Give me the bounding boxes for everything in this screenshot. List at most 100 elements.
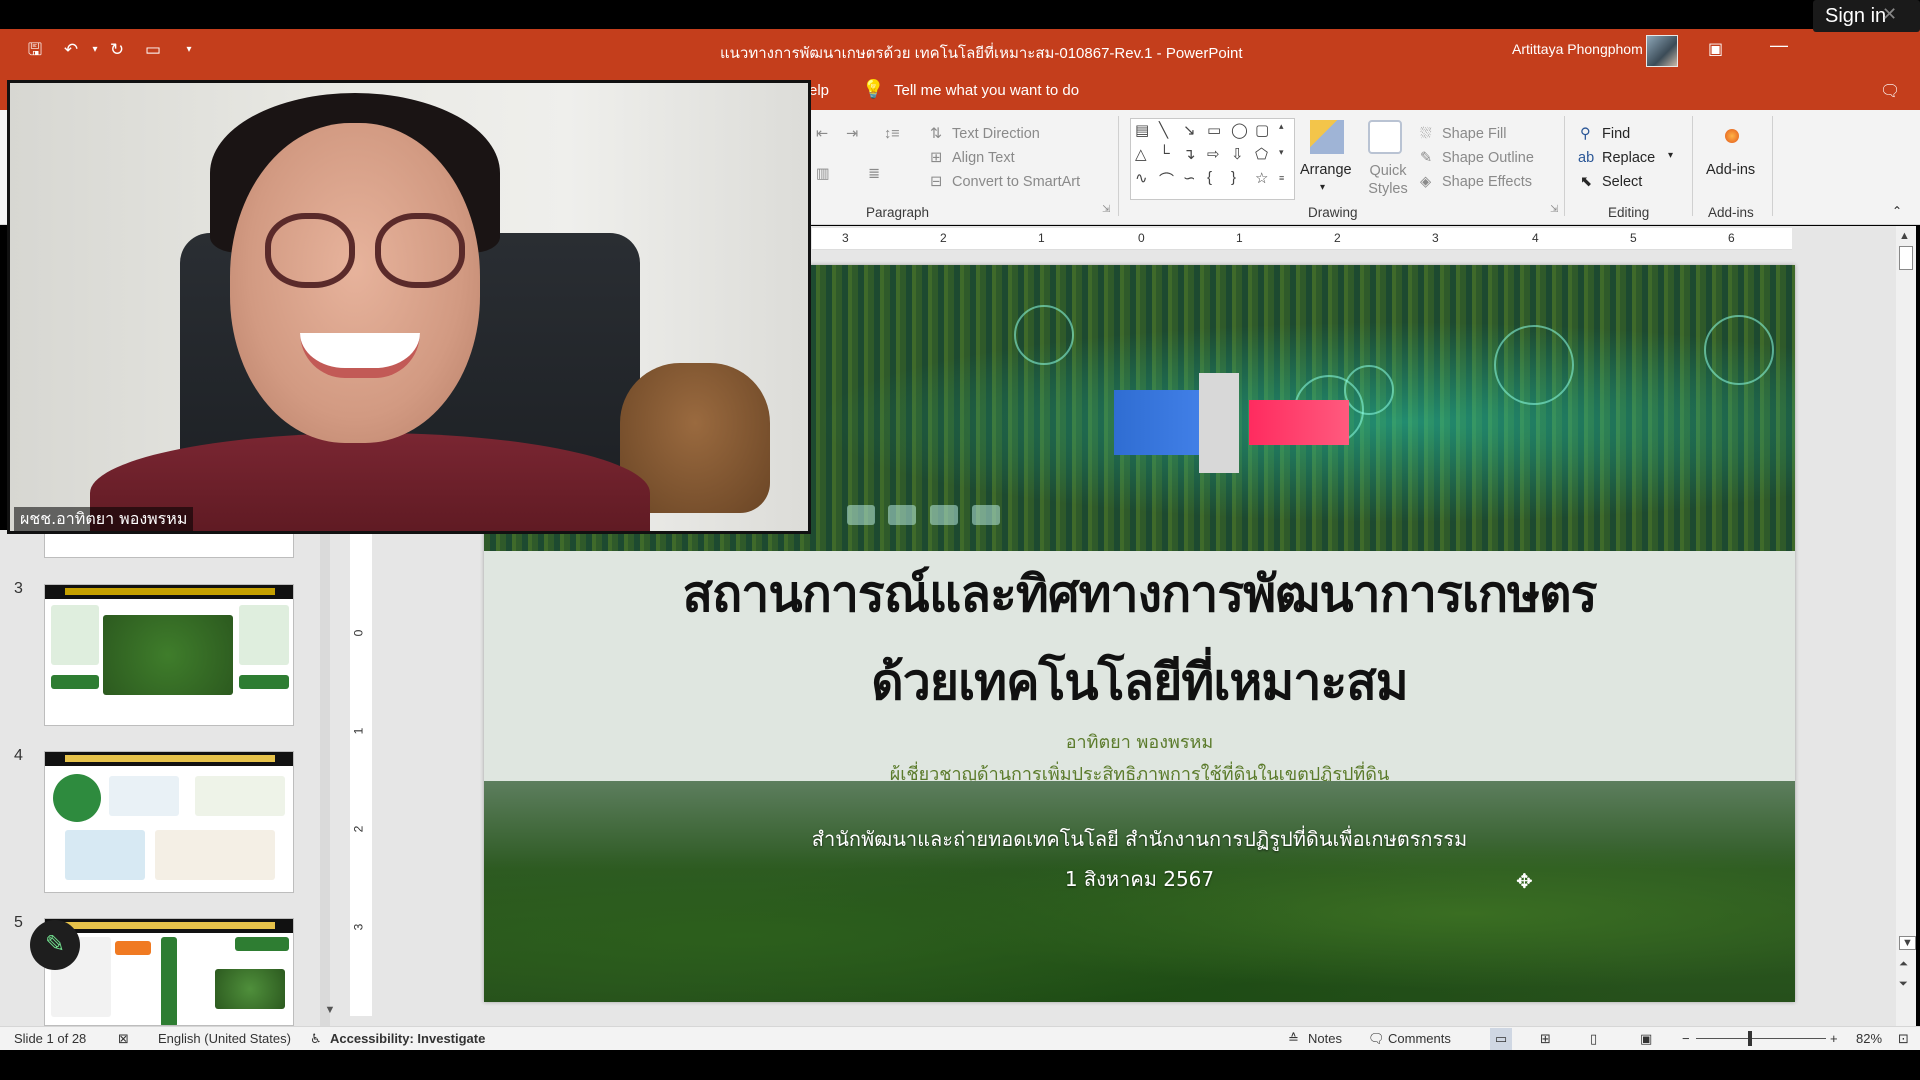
screen-top-border — [0, 0, 1920, 29]
slide-thumbnail-4[interactable] — [44, 751, 294, 893]
slide-date[interactable]: 1 สิงหาคม 2567 — [484, 863, 1795, 895]
arrange-icon[interactable] — [1310, 120, 1344, 154]
redo-icon[interactable]: ↻ — [106, 39, 128, 61]
spelling-check-icon[interactable]: ⊠ — [118, 1031, 129, 1047]
star-shape-icon[interactable]: ☆ — [1255, 169, 1268, 187]
convert-smartart-button[interactable]: Convert to SmartArt — [952, 174, 1080, 190]
justify-icon[interactable]: ≣ — [868, 166, 880, 182]
slide-thumbnail-3[interactable] — [44, 584, 294, 726]
user-avatar[interactable] — [1646, 35, 1678, 67]
triangle-shape-icon[interactable]: △ — [1135, 145, 1147, 163]
slide-count[interactable]: Slide 1 of 28 — [14, 1031, 86, 1046]
replace-button[interactable]: Replace — [1602, 150, 1655, 166]
language-indicator[interactable]: English (United States) — [158, 1031, 291, 1046]
tell-me-search[interactable]: Tell me what you want to do — [894, 82, 1079, 99]
save-icon[interactable]: 🖫 — [24, 39, 46, 61]
freeform-shape-icon[interactable]: ⬠ — [1255, 145, 1268, 163]
shape-effects-button[interactable]: Shape Effects — [1442, 174, 1532, 190]
brace-right-shape-icon[interactable]: } — [1231, 169, 1236, 186]
down-arrow-shape-icon[interactable]: ⇩ — [1231, 145, 1244, 163]
undo-dropdown-icon[interactable]: ▾ — [84, 39, 106, 61]
slide-title-line-2[interactable]: ด้วยเทคโนโลยีที่เหมาะสม — [484, 643, 1795, 722]
comments-button[interactable]: Comments — [1388, 1031, 1451, 1046]
curve-shape-icon[interactable]: ∽ — [1183, 169, 1196, 187]
find-button[interactable]: Find — [1602, 126, 1630, 142]
zoom-out-icon[interactable]: − — [1682, 1031, 1690, 1046]
slide-sorter-icon[interactable]: ⊞ — [1540, 1031, 1551, 1047]
ribbon-separator — [1118, 116, 1119, 216]
zoom-level[interactable]: 82% — [1856, 1031, 1882, 1046]
line-shape-icon[interactable]: ╲ — [1159, 121, 1168, 139]
scribble-shape-icon[interactable]: ∿ — [1135, 169, 1148, 187]
text-direction-button[interactable]: Text Direction — [952, 126, 1040, 142]
brace-left-shape-icon[interactable]: { — [1207, 169, 1212, 186]
slide-organization[interactable]: สำนักพัฒนาและถ่ายทอดเทคโนโลยี สำนักงานกา… — [484, 823, 1795, 855]
slide-thumbnail-5[interactable] — [44, 918, 294, 1026]
align-text-button[interactable]: Align Text — [952, 150, 1015, 166]
slideshow-icon[interactable]: ▣ — [1640, 1031, 1652, 1047]
increase-indent-icon[interactable]: ⇥ — [846, 126, 858, 142]
paragraph-dialog-launcher-icon[interactable]: ⇲ — [1102, 204, 1110, 215]
thumbnail-scroll-down-icon[interactable]: ▼ — [320, 1004, 340, 1024]
columns-icon[interactable]: ▥ — [816, 166, 830, 182]
comments-icon[interactable]: 🗨 — [1880, 81, 1900, 101]
reading-view-icon[interactable]: ▯ — [1590, 1031, 1597, 1047]
shape-outline-button[interactable]: Shape Outline — [1442, 150, 1534, 166]
minimize-icon[interactable]: — — [1770, 35, 1788, 56]
connector-shape-icon[interactable]: └ — [1159, 145, 1170, 162]
close-icon[interactable]: ✕ — [1882, 4, 1897, 25]
present-icon[interactable]: ▭ — [142, 39, 164, 61]
previous-slide-icon[interactable]: ⏶ — [1899, 958, 1908, 971]
customize-toolbar-icon[interactable]: ▾ — [178, 39, 200, 61]
zoom-in-icon[interactable]: + — [1830, 1031, 1838, 1046]
line-spacing-icon[interactable]: ↕≡ — [884, 126, 900, 142]
quick-styles-button[interactable]: Quick Styles — [1368, 162, 1408, 198]
next-slide-icon[interactable]: ⏷ — [1899, 978, 1908, 991]
slide-title-line-1[interactable]: สถานการณ์และทิศทางการพัฒนาการเกษตร — [484, 555, 1795, 634]
right-arrow-shape-icon[interactable]: ⇨ — [1207, 145, 1220, 163]
collapse-ribbon-icon[interactable]: ⌃ — [1892, 204, 1902, 218]
normal-view-icon[interactable]: ▭ — [1490, 1028, 1512, 1050]
add-ins-button[interactable]: Add-ins — [1706, 162, 1755, 178]
scrollbar-thumb[interactable] — [1899, 246, 1913, 270]
arrange-dropdown-icon[interactable]: ▾ — [1320, 182, 1325, 193]
select-button[interactable]: Select — [1602, 174, 1642, 190]
thumbnail-number: 3 — [14, 580, 23, 597]
sign-in-button[interactable]: Sign in — [1813, 0, 1920, 32]
arrange-button[interactable]: Arrange — [1300, 162, 1352, 178]
drawing-dialog-launcher-icon[interactable]: ⇲ — [1550, 204, 1558, 215]
ribbon-display-options-icon[interactable]: ▣ — [1708, 39, 1723, 59]
slide-author[interactable]: อาทิตยา พองพรหม — [484, 727, 1795, 756]
fit-to-window-icon[interactable]: ⊡ — [1898, 1031, 1909, 1047]
accessibility-status[interactable]: Accessibility: Investigate — [330, 1031, 485, 1046]
scroll-down-icon[interactable]: ▼ — [1899, 936, 1916, 950]
ruler-mark: 3 — [1432, 231, 1439, 245]
zoom-slider[interactable] — [1696, 1038, 1826, 1039]
notes-button[interactable]: Notes — [1308, 1031, 1342, 1046]
shapes-gallery[interactable]: ▤ ╲ ↘ ▭ ◯ ▢ △ └ ↴ ⇨ ⇩ ⬠ ∿ ⌒ ∽ { } ☆ ▴ ▾ … — [1130, 118, 1295, 200]
video-call-overlay[interactable]: ผชช.อาทิตยา พองพรหม — [7, 80, 811, 534]
decrease-indent-icon[interactable]: ⇤ — [816, 126, 828, 142]
scroll-up-icon[interactable]: ▲ — [1899, 230, 1910, 242]
gallery-more-icon[interactable]: ≡ — [1279, 173, 1284, 183]
arrow-line-shape-icon[interactable]: ↘ — [1183, 121, 1196, 139]
gallery-up-icon[interactable]: ▴ — [1279, 121, 1284, 132]
gallery-down-icon[interactable]: ▾ — [1279, 147, 1284, 158]
slide-vertical-scrollbar[interactable]: ▲ ▼ ⏶ ⏷ — [1896, 226, 1916, 1026]
oval-shape-icon[interactable]: ◯ — [1231, 121, 1248, 139]
zoom-slider-thumb[interactable] — [1748, 1031, 1752, 1046]
account-name[interactable]: Artittaya Phongphom — [1512, 41, 1643, 57]
text-box-shape-icon[interactable]: ▤ — [1135, 121, 1149, 139]
thumbnail-scrollbar[interactable] — [320, 530, 330, 1026]
shape-fill-button[interactable]: Shape Fill — [1442, 126, 1506, 142]
tab-help[interactable]: elp — [809, 82, 829, 99]
rounded-rect-shape-icon[interactable]: ▢ — [1255, 121, 1269, 139]
undo-icon[interactable]: ↶ — [60, 39, 82, 61]
add-ins-icon[interactable] — [1725, 129, 1739, 143]
rectangle-shape-icon[interactable]: ▭ — [1207, 121, 1221, 139]
replace-dropdown-icon[interactable]: ▾ — [1668, 150, 1673, 161]
quick-styles-icon[interactable] — [1368, 120, 1402, 154]
arc-shape-icon[interactable]: ⌒ — [1159, 169, 1174, 190]
pen-annotation-icon[interactable]: ✎ — [30, 920, 80, 970]
elbow-arrow-shape-icon[interactable]: ↴ — [1183, 145, 1196, 163]
